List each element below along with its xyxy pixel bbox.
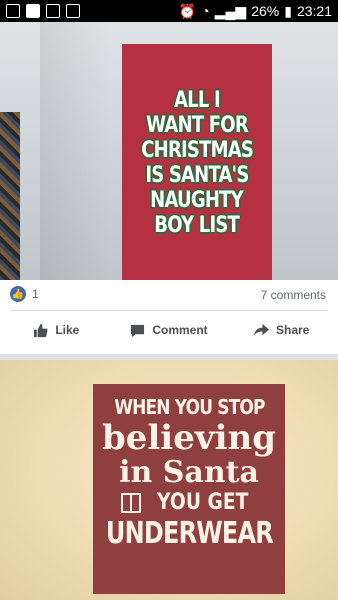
fabric-fold xyxy=(0,112,20,280)
clock: 23:21 xyxy=(296,3,332,19)
comments-count[interactable]: 7 comments xyxy=(261,288,326,302)
comment-label: Comment xyxy=(152,323,208,337)
print1-line: CHRISTMAS xyxy=(141,138,254,163)
shirt-shadow xyxy=(40,22,110,280)
like-label: Like xyxy=(55,323,80,337)
thumbs-up-icon xyxy=(34,323,48,337)
post2-photo[interactable]: WHEN YOU STOP believing in Santa YOU GET… xyxy=(0,360,338,600)
like-button[interactable]: Like xyxy=(0,318,113,342)
shirt-print-1: ALL I WANT FOR CHRISTMAS IS SANTA'S NAUG… xyxy=(122,44,272,280)
print2-line: YOU GET xyxy=(157,490,249,515)
status-bar: ⏰ ◔ ▂▄▆ 26% ▮ 23:21 xyxy=(0,0,338,22)
print2-line: WHEN YOU STOP xyxy=(113,395,265,419)
share-button[interactable]: Share xyxy=(225,318,338,342)
battery-icon: ▮ xyxy=(284,2,292,19)
gift-icon xyxy=(121,493,142,513)
wifi-icon: ◔ xyxy=(201,3,210,19)
print1-line: WANT FOR xyxy=(146,113,249,138)
person-icon xyxy=(66,4,80,18)
shirt-print-2: WHEN YOU STOP believing in Santa YOU GET… xyxy=(93,384,285,594)
info-icon xyxy=(26,4,40,18)
post-actions: Like Comment Share xyxy=(0,318,338,342)
print1-line: BOY LIST xyxy=(154,213,241,238)
comment-button[interactable]: Comment xyxy=(113,318,226,342)
print2-line: believing xyxy=(101,418,277,458)
alarm-icon: ⏰ xyxy=(178,2,197,19)
post1-photo[interactable]: ALL I WANT FOR CHRISTMAS IS SANTA'S NAUG… xyxy=(0,22,338,280)
battery-text: 26% xyxy=(251,3,280,19)
like-reaction-icon: 👍 xyxy=(10,286,26,302)
print2-line: in Santa xyxy=(119,455,259,490)
reactions-count: 1 xyxy=(32,287,39,301)
mail-icon xyxy=(46,4,60,18)
print2-row: YOU GET xyxy=(121,490,256,516)
share-label: Share xyxy=(276,323,310,337)
print1-line: ALL I xyxy=(174,88,221,113)
signal-icon: ▂▄▆ xyxy=(214,2,247,19)
post1-footer: 👍 1 7 comments Like Comment Share xyxy=(0,280,338,354)
share-icon xyxy=(254,323,269,336)
print1-line: NAUGHTY xyxy=(150,188,245,213)
comment-icon xyxy=(131,324,145,337)
image-icon xyxy=(6,4,20,18)
print1-line: IS SANTA'S xyxy=(145,163,249,188)
reactions-summary[interactable]: 👍 1 xyxy=(10,286,39,302)
divider xyxy=(10,310,328,311)
print2-line: UNDERWEAR xyxy=(105,516,273,551)
